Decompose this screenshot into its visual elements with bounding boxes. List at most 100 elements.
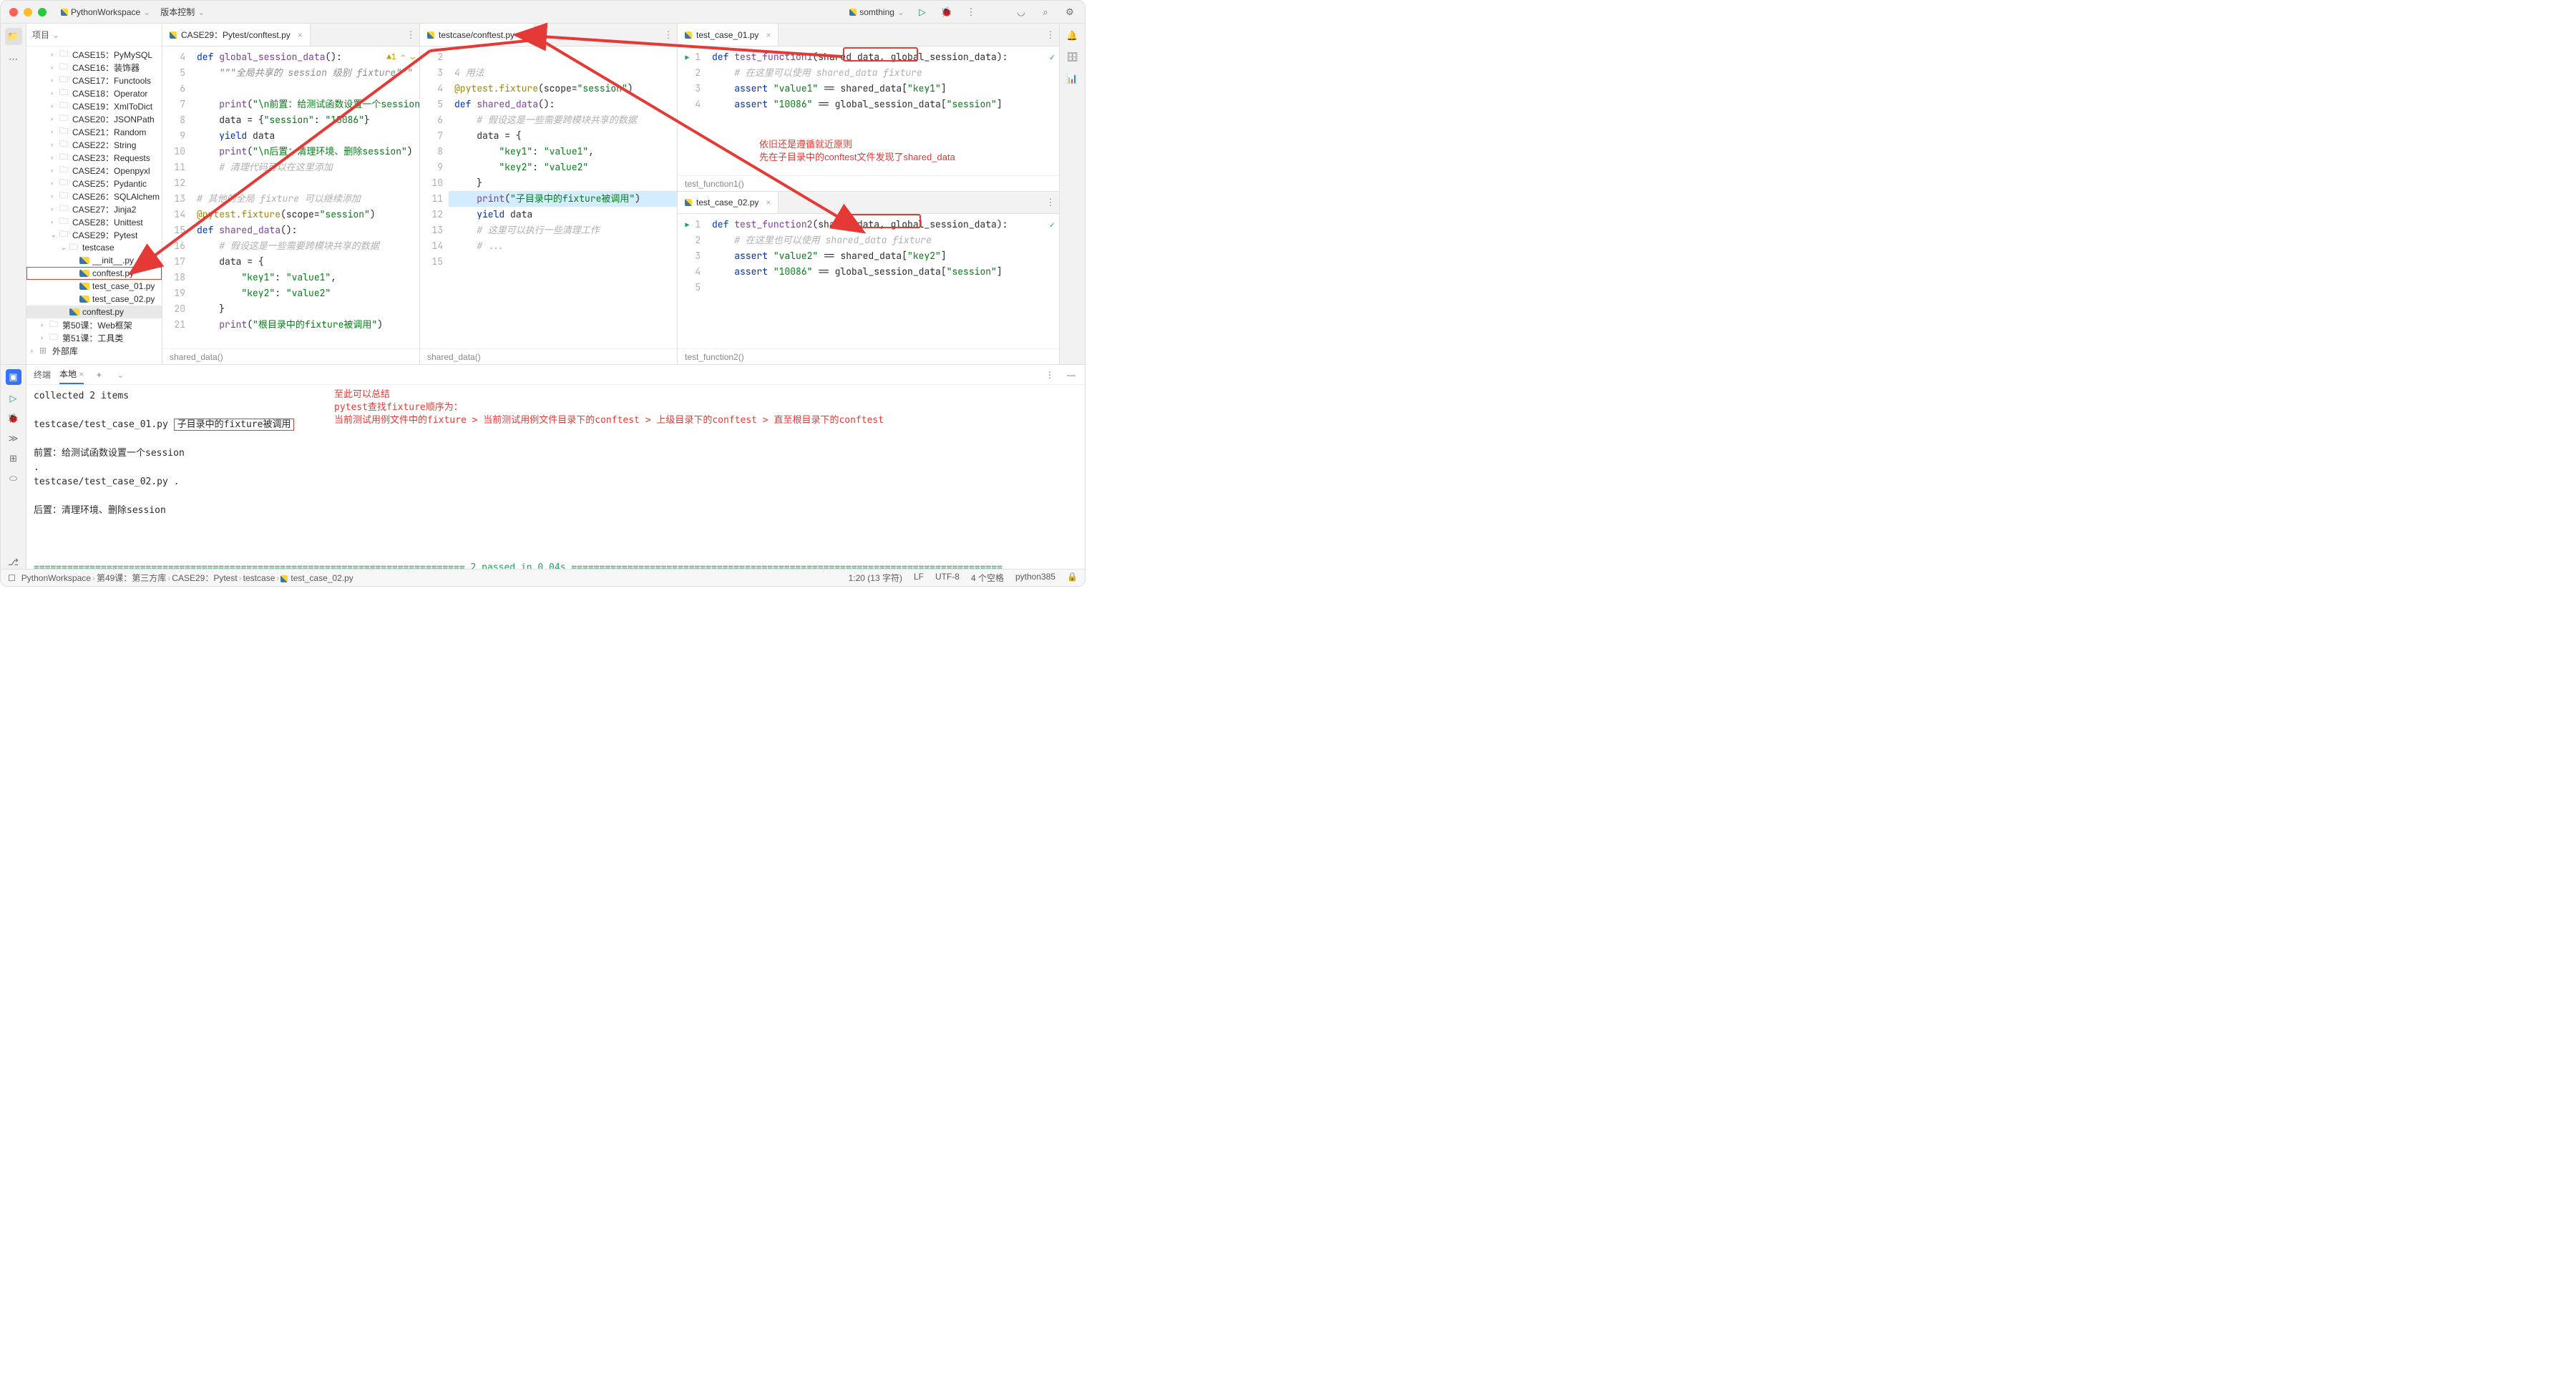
tree-item[interactable]: __init__.py: [26, 254, 162, 267]
editor-breadcrumb[interactable]: test_function2(): [678, 348, 1059, 364]
terminal-options-icon[interactable]: ⋮: [1043, 368, 1056, 381]
add-terminal-icon[interactable]: +: [92, 368, 105, 381]
structure-tool-icon[interactable]: ⋯: [5, 51, 22, 68]
services-icon[interactable]: ⊞: [7, 452, 20, 465]
tree-item[interactable]: ›🗀CASE24：Openpyxl: [26, 164, 162, 177]
project-tool-icon[interactable]: 📁: [5, 28, 22, 45]
close-icon[interactable]: ×: [522, 30, 527, 40]
tree-item[interactable]: ⌄🗀CASE29：Pytest: [26, 228, 162, 241]
file-encoding[interactable]: UTF-8: [935, 572, 960, 584]
close-icon[interactable]: ×: [766, 30, 771, 40]
tree-item[interactable]: ›⊞外部库: [26, 344, 162, 357]
tree-item[interactable]: conftest.py: [26, 306, 162, 318]
python-file-icon: [170, 31, 177, 39]
tree-item[interactable]: ›🗀CASE18：Operator: [26, 87, 162, 99]
tree-item[interactable]: ›🗀CASE16：装饰器: [26, 61, 162, 74]
tab-label: testcase/conftest.py: [439, 30, 514, 40]
editor-breadcrumb[interactable]: test_function1(): [678, 175, 1059, 191]
tree-item[interactable]: ›🗀CASE23：Requests: [26, 151, 162, 164]
search-everywhere-icon[interactable]: ⌕: [1039, 6, 1052, 19]
tree-item[interactable]: ›🗀CASE21：Random: [26, 125, 162, 138]
tab-more-icon[interactable]: ⋮: [660, 24, 677, 46]
editor-breadcrumb[interactable]: shared_data(): [162, 348, 419, 364]
minimize-window[interactable]: [24, 8, 32, 16]
maximize-window[interactable]: [38, 8, 47, 16]
editor-col-3: test_case_01.py × ⋮ ▶ 1234 def test_func…: [678, 24, 1059, 364]
problems-icon[interactable]: ⬭: [7, 472, 20, 485]
tree-item[interactable]: ⌄🗀testcase: [26, 241, 162, 254]
terminal-tab-main[interactable]: 终端: [34, 366, 51, 383]
tab-bar: testcase/conftest.py × ⋮: [420, 24, 677, 47]
tree-item[interactable]: ›🗀CASE17：Functools: [26, 74, 162, 87]
tab-more-icon[interactable]: ⋮: [1042, 24, 1059, 46]
code-editor[interactable]: ▶ 1234 def test_function1(shared_data, g…: [678, 47, 1059, 175]
terminal-dropdown-icon[interactable]: ⌄: [114, 368, 127, 381]
tree-item[interactable]: ›🗀CASE26：SQLAlchem: [26, 190, 162, 202]
close-window[interactable]: [9, 8, 18, 16]
tree-item[interactable]: ›🗀第50课：Web框架: [26, 318, 162, 331]
workspace-menu[interactable]: PythonWorkspace ⌄: [61, 7, 150, 17]
settings-icon[interactable]: ⚙: [1063, 6, 1076, 19]
code-editor[interactable]: 456789101112131415161718192021 def globa…: [162, 47, 419, 348]
sciview-icon[interactable]: 📊: [1066, 72, 1079, 85]
run-tool-icon[interactable]: ▷: [7, 392, 20, 405]
tree-item[interactable]: ›🗀CASE25：Pydantic: [26, 177, 162, 190]
tab-more-icon[interactable]: ⋮: [1042, 192, 1059, 213]
editor-col-1: CASE29：Pytest/conftest.py × ⋮ 4567891011…: [162, 24, 420, 364]
editor-breadcrumb[interactable]: shared_data(): [420, 348, 677, 364]
close-icon[interactable]: ×: [298, 30, 303, 40]
tab-conftest-testcase[interactable]: testcase/conftest.py ×: [420, 24, 535, 46]
status-breadcrumbs[interactable]: PythonWorkspace›第49课：第三方库›CASE29：Pytest›…: [21, 572, 353, 584]
terminal-tab-local[interactable]: 本地 ×: [59, 365, 84, 384]
tree-item[interactable]: ›🗀CASE19：XmlToDict: [26, 99, 162, 112]
titlebar: PythonWorkspace ⌄ 版本控制 ⌄ somthing ⌄ ▷ 🐞 …: [1, 1, 1085, 24]
indent-setting[interactable]: 4 个空格: [971, 572, 1004, 584]
vcs-menu[interactable]: 版本控制 ⌄: [160, 6, 205, 18]
inspection-summary[interactable]: ▲1 ⌃ ⌄: [386, 49, 415, 65]
code-editor[interactable]: 23456789101112131415 4 用法@pytest.fixture…: [420, 47, 677, 348]
python-console-icon[interactable]: ≫: [7, 432, 20, 445]
database-icon[interactable]: 🗄: [1066, 51, 1079, 64]
project-panel-header[interactable]: 项目 ⌄: [26, 24, 162, 47]
run-button[interactable]: ▷: [916, 6, 929, 19]
hide-terminal-icon[interactable]: —: [1065, 368, 1078, 381]
tab-test-case-01[interactable]: test_case_01.py ×: [678, 24, 779, 46]
tree-item[interactable]: ›🗀CASE15：PyMySQL: [26, 48, 162, 61]
tree-item[interactable]: ›🗀CASE27：Jinja2: [26, 202, 162, 215]
right-tool-strip: 🔔 🗄 📊: [1059, 24, 1085, 364]
run-config-selector[interactable]: somthing ⌄: [849, 7, 904, 17]
breadcrumb-root[interactable]: ☐: [8, 573, 16, 583]
tab-conftest-root[interactable]: CASE29：Pytest/conftest.py ×: [162, 24, 311, 46]
inspection-ok-icon: ✓: [1050, 217, 1055, 233]
tree-item[interactable]: ›🗀CASE28：Unittest: [26, 215, 162, 228]
python-file-icon: [427, 31, 434, 39]
code-editor[interactable]: ▶ 12345 def test_function2(shared_data, …: [678, 214, 1059, 348]
debug-tool-icon[interactable]: 🐞: [7, 412, 20, 425]
project-tree[interactable]: ›🗀CASE15：PyMySQL›🗀CASE16：装饰器›🗀CASE17：Fun…: [26, 47, 162, 364]
line-ending[interactable]: LF: [914, 572, 924, 584]
chevron-down-icon: ⌄: [197, 7, 205, 17]
vcs-label: 版本控制: [160, 6, 195, 18]
tab-more-icon[interactable]: ⋮: [402, 24, 419, 46]
tree-item[interactable]: ›🗀CASE22：String: [26, 138, 162, 151]
tree-item[interactable]: ›🗀CASE20：JSONPath: [26, 112, 162, 125]
close-icon[interactable]: ×: [766, 197, 771, 207]
tree-item[interactable]: test_case_02.py: [26, 293, 162, 306]
tab-label: test_case_02.py: [696, 197, 758, 207]
vcs-tool-icon[interactable]: ⎇: [7, 556, 20, 569]
notifications-icon[interactable]: 🔔: [1066, 29, 1079, 42]
terminal-tool-icon[interactable]: ▣: [6, 369, 21, 385]
terminal-output[interactable]: collected 2 items testcase/test_case_01.…: [26, 385, 1085, 569]
tab-test-case-02[interactable]: test_case_02.py ×: [678, 192, 779, 213]
more-actions[interactable]: ⋮: [965, 6, 977, 19]
python-icon: [849, 9, 857, 16]
interpreter[interactable]: python385: [1015, 572, 1055, 584]
tree-item[interactable]: test_case_01.py: [26, 280, 162, 293]
lock-icon[interactable]: 🔒: [1067, 572, 1078, 584]
workspace-name: PythonWorkspace: [71, 7, 140, 17]
tree-item[interactable]: ›🗀第51课：工具类: [26, 331, 162, 344]
code-with-me-icon[interactable]: ◡: [1015, 6, 1028, 19]
debug-button[interactable]: 🐞: [940, 6, 953, 19]
caret-position[interactable]: 1:20 (13 字符): [849, 572, 902, 584]
tree-item[interactable]: conftest.py: [26, 267, 162, 280]
